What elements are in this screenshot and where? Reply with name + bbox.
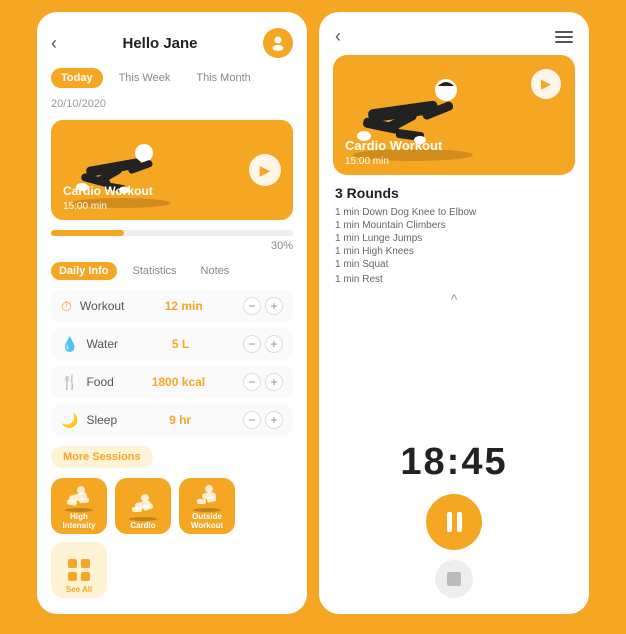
workout-icon: ⏱ xyxy=(61,298,72,315)
play-button[interactable]: ▶ xyxy=(249,154,281,186)
right-back-button[interactable]: ‹ xyxy=(335,26,341,47)
timer-display: 18:45 xyxy=(400,441,507,484)
left-panel: ‹ Hello Jane Today This Week This Month … xyxy=(37,12,307,614)
page-title: Hello Jane xyxy=(122,35,197,52)
list-item: 1 min Mountain Climbers xyxy=(335,220,573,231)
rounds-title: 3 Rounds xyxy=(335,185,573,201)
list-item: 1 min Squat xyxy=(335,259,573,270)
sleep-controls: − + xyxy=(243,411,283,429)
period-tabs: Today This Week This Month xyxy=(51,68,293,88)
high-intensity-icon xyxy=(59,482,99,512)
tab-daily-info[interactable]: Daily Info xyxy=(51,262,117,280)
stop-icon xyxy=(447,572,461,586)
session-label-cardio: Cardio xyxy=(130,521,155,530)
date-display: 20/10/2020 xyxy=(51,98,293,110)
food-controls: − + xyxy=(243,373,283,391)
progress-bar-bg xyxy=(51,230,293,236)
session-label-outside-workout: Outside Workout xyxy=(183,512,231,530)
tab-statistics[interactable]: Statistics xyxy=(125,262,185,280)
food-value: 1800 kcal xyxy=(152,375,205,389)
right-workout-card[interactable]: Cardio Workout 15:00 min ▶ xyxy=(333,55,575,175)
info-row-food: 🍴 Food 1800 kcal − + xyxy=(51,366,293,398)
more-sessions-button[interactable]: More Sessions xyxy=(51,446,153,468)
list-item: 1 min Down Dog Knee to Elbow xyxy=(335,207,573,218)
tab-this-month[interactable]: This Month xyxy=(186,68,260,88)
progress-label: 30% xyxy=(51,240,293,252)
progress-bar-fill xyxy=(51,230,124,236)
workout-value: 12 min xyxy=(165,299,203,313)
pause-button[interactable] xyxy=(426,494,482,550)
daily-info-rows: ⏱ Workout 12 min − + 💧 Water 5 L − + xyxy=(51,290,293,436)
rest-item: 1 min Rest xyxy=(335,274,573,285)
tab-this-week[interactable]: This Week xyxy=(109,68,181,88)
sleep-icon: 🌙 xyxy=(61,412,78,429)
workout-card-title: Cardio Workout xyxy=(63,184,153,198)
right-workout-card-title: Cardio Workout xyxy=(345,138,442,153)
info-row-water: 💧 Water 5 L − + xyxy=(51,328,293,360)
sleep-label: Sleep xyxy=(86,413,117,427)
avatar[interactable] xyxy=(263,28,293,58)
water-icon: 💧 xyxy=(61,336,78,353)
timer-section: 18:45 xyxy=(319,431,589,614)
workout-card-duration: 15:00 min xyxy=(63,201,107,212)
cardio-icon xyxy=(123,491,163,521)
workout-controls: − + xyxy=(243,297,283,315)
right-header: ‹ xyxy=(319,12,589,55)
session-card-cardio[interactable]: Cardio xyxy=(115,478,171,534)
collapse-button[interactable]: ^ xyxy=(335,291,573,307)
tab-today[interactable]: Today xyxy=(51,68,103,88)
sleep-value: 9 hr xyxy=(169,413,191,427)
progress-container: 30% xyxy=(51,230,293,252)
pause-icon xyxy=(447,512,462,532)
session-grid: High Intensity Cardio xyxy=(51,478,293,598)
outside-workout-icon xyxy=(187,482,227,512)
back-button[interactable]: ‹ xyxy=(51,33,57,54)
workout-details: 3 Rounds 1 min Down Dog Knee to Elbow 1 … xyxy=(319,175,589,431)
workout-card[interactable]: Cardio Workout 15:00 min ▶ xyxy=(51,120,293,220)
session-card-outside-workout[interactable]: Outside Workout xyxy=(179,478,235,534)
sleep-decrease-btn[interactable]: − xyxy=(243,411,261,429)
workout-increase-btn[interactable]: + xyxy=(265,297,283,315)
list-item: 1 min High Knees xyxy=(335,246,573,257)
info-row-sleep: 🌙 Sleep 9 hr − + xyxy=(51,404,293,436)
water-decrease-btn[interactable]: − xyxy=(243,335,261,353)
water-controls: − + xyxy=(243,335,283,353)
session-card-see-all[interactable]: See All xyxy=(51,542,107,598)
section-tabs: Daily Info Statistics Notes xyxy=(51,262,293,280)
right-workout-card-duration: 15:00 min xyxy=(345,156,389,167)
stop-button[interactable] xyxy=(435,560,473,598)
info-row-workout: ⏱ Workout 12 min − + xyxy=(51,290,293,322)
sleep-increase-btn[interactable]: + xyxy=(265,411,283,429)
app-container: ‹ Hello Jane Today This Week This Month … xyxy=(17,0,609,634)
see-all-icon xyxy=(64,555,94,585)
water-increase-btn[interactable]: + xyxy=(265,335,283,353)
exercise-list: 1 min Down Dog Knee to Elbow 1 min Mount… xyxy=(335,207,573,270)
tab-notes[interactable]: Notes xyxy=(193,262,238,280)
session-label-high-intensity: High Intensity xyxy=(55,512,103,530)
right-panel: ‹ xyxy=(319,12,589,614)
hamburger-menu-icon[interactable] xyxy=(555,31,573,43)
water-value: 5 L xyxy=(172,337,189,351)
list-item: 1 min Lunge Jumps xyxy=(335,233,573,244)
food-icon: 🍴 xyxy=(61,374,78,391)
workout-label: Workout xyxy=(80,299,124,313)
food-decrease-btn[interactable]: − xyxy=(243,373,261,391)
session-label-see-all: See All xyxy=(66,585,92,594)
workout-decrease-btn[interactable]: − xyxy=(243,297,261,315)
food-label: Food xyxy=(86,375,113,389)
water-label: Water xyxy=(86,337,118,351)
session-card-high-intensity[interactable]: High Intensity xyxy=(51,478,107,534)
food-increase-btn[interactable]: + xyxy=(265,373,283,391)
header: ‹ Hello Jane xyxy=(51,28,293,58)
right-play-button[interactable]: ▶ xyxy=(531,69,561,99)
